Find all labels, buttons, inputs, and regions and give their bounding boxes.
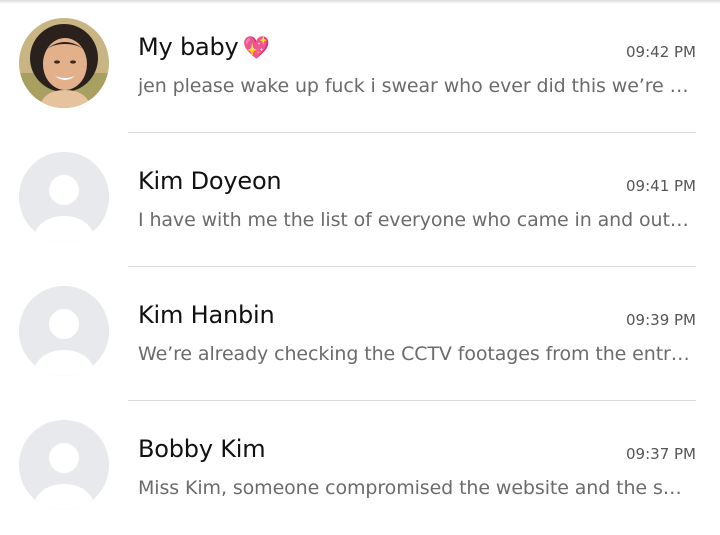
sparkling-heart-icon: 💖 [242,36,270,61]
message-preview: We’re already checking the CCTV footages… [138,343,690,365]
message-time: 09:42 PM [626,43,696,61]
message-time: 09:39 PM [626,311,696,329]
contact-name: Kim Doyeon [138,167,282,195]
message-time: 09:41 PM [626,177,696,195]
conversation-row-kim-doyeon[interactable]: Kim Doyeon 09:41 PM I have with me the l… [0,133,720,267]
contact-name-text: My baby [138,33,239,61]
contact-name: Bobby Kim [138,435,266,463]
contact-name: Kim Hanbin [138,301,275,329]
message-preview: I have with me the list of everyone who … [138,209,690,231]
default-avatar-icon[interactable] [19,152,109,242]
conversation-row-bobby-kim[interactable]: Bobby Kim 09:37 PM Miss Kim, someone com… [0,401,720,535]
default-avatar-icon[interactable] [19,420,109,510]
message-time: 09:37 PM [626,445,696,463]
avatar-photo[interactable] [19,18,109,108]
conversation-row-my-baby[interactable]: My baby 💖 09:42 PM jen please wake up fuc… [0,0,720,133]
contact-name: My baby 💖 [138,33,270,61]
conversation-row-kim-hanbin[interactable]: Kim Hanbin 09:39 PM We’re already checki… [0,267,720,401]
default-avatar-icon[interactable] [19,286,109,376]
message-preview: Miss Kim, someone compromised the websit… [138,477,690,499]
message-preview: jen please wake up fuck i swear who ever… [138,75,690,97]
